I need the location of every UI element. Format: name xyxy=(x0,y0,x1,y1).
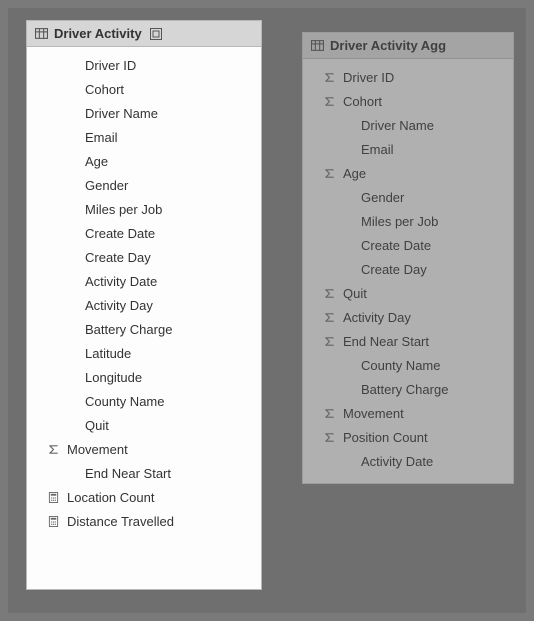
panel-body: Driver ID Cohort Driver Name Email Age Gender… xyxy=(303,59,513,483)
table-icon xyxy=(35,27,48,40)
field-row[interactable]: Create Day xyxy=(27,245,261,269)
field-label: Activity Day xyxy=(343,310,411,325)
sigma-icon xyxy=(313,288,343,299)
field-row[interactable]: Driver Name xyxy=(27,101,261,125)
field-row[interactable]: Driver Name xyxy=(303,113,513,137)
field-row[interactable]: Age xyxy=(27,149,261,173)
field-row[interactable]: End Near Start xyxy=(303,329,513,353)
field-label: Battery Charge xyxy=(361,382,448,397)
field-label: Age xyxy=(85,154,108,169)
field-row[interactable]: Gender xyxy=(27,173,261,197)
field-label: County Name xyxy=(361,358,440,373)
panel-header[interactable]: Driver Activity xyxy=(27,21,261,47)
field-row[interactable]: Gender xyxy=(303,185,513,209)
field-row[interactable]: Cohort xyxy=(27,77,261,101)
field-row[interactable]: Email xyxy=(303,137,513,161)
field-label: Email xyxy=(85,130,118,145)
field-label: Quit xyxy=(85,418,109,433)
sigma-icon xyxy=(37,444,67,455)
field-label: Create Day xyxy=(361,262,427,277)
field-label: Create Day xyxy=(85,250,151,265)
field-label: End Near Start xyxy=(343,334,429,349)
panel-title: Driver Activity xyxy=(54,26,142,41)
table-panel-driver-activity-agg[interactable]: Driver Activity AggDriver IDCohortDriver… xyxy=(302,32,514,484)
model-canvas[interactable]: Driver Activity Driver ID Cohort Driver Nam… xyxy=(8,8,526,613)
field-row[interactable]: Longitude xyxy=(27,365,261,389)
field-row[interactable]: Battery Charge xyxy=(27,317,261,341)
field-label: Miles per Job xyxy=(361,214,438,229)
field-label: Driver Name xyxy=(85,106,158,121)
field-label: Quit xyxy=(343,286,367,301)
panel-body: Driver ID Cohort Driver Name Email Age Gender… xyxy=(27,47,261,543)
field-label: Latitude xyxy=(85,346,131,361)
field-label: Movement xyxy=(343,406,404,421)
field-label: Activity Date xyxy=(361,454,433,469)
field-label: Driver Name xyxy=(361,118,434,133)
field-row[interactable]: County Name xyxy=(303,353,513,377)
sigma-icon xyxy=(313,336,343,347)
field-row[interactable]: Create Date xyxy=(27,221,261,245)
sigma-icon xyxy=(313,312,343,323)
field-label: Driver ID xyxy=(85,58,136,73)
table-panel-driver-activity[interactable]: Driver Activity Driver ID Cohort Driver Nam… xyxy=(26,20,262,590)
field-label: End Near Start xyxy=(85,466,171,481)
field-row[interactable]: End Near Start xyxy=(27,461,261,485)
field-row[interactable]: Miles per Job xyxy=(303,209,513,233)
field-label: Distance Travelled xyxy=(67,514,174,529)
field-label: Location Count xyxy=(67,490,154,505)
panel-header[interactable]: Driver Activity Agg xyxy=(303,33,513,59)
field-label: Longitude xyxy=(85,370,142,385)
panel-title: Driver Activity Agg xyxy=(330,38,446,53)
field-row[interactable]: Create Date xyxy=(303,233,513,257)
field-row[interactable]: Quit xyxy=(303,281,513,305)
field-row[interactable]: Cohort xyxy=(303,89,513,113)
field-label: Cohort xyxy=(85,82,124,97)
field-label: Miles per Job xyxy=(85,202,162,217)
field-label: Cohort xyxy=(343,94,382,109)
table-icon xyxy=(311,39,324,52)
field-row[interactable]: Distance Travelled xyxy=(27,509,261,533)
field-label: Position Count xyxy=(343,430,428,445)
field-label: Create Date xyxy=(85,226,155,241)
field-label: Gender xyxy=(361,190,404,205)
field-row[interactable]: Email xyxy=(27,125,261,149)
field-label: Email xyxy=(361,142,394,157)
field-row[interactable]: Activity Date xyxy=(303,449,513,473)
group-icon xyxy=(150,28,162,40)
field-row[interactable]: Driver ID xyxy=(303,65,513,89)
field-label: Age xyxy=(343,166,366,181)
field-row[interactable]: Activity Date xyxy=(27,269,261,293)
field-row[interactable]: Driver ID xyxy=(27,53,261,77)
field-label: Create Date xyxy=(361,238,431,253)
sigma-icon xyxy=(313,168,343,179)
field-label: County Name xyxy=(85,394,164,409)
field-row[interactable]: Miles per Job xyxy=(27,197,261,221)
sigma-icon xyxy=(313,72,343,83)
field-row[interactable]: Movement xyxy=(303,401,513,425)
field-row[interactable]: Age xyxy=(303,161,513,185)
sigma-icon xyxy=(313,408,343,419)
field-label: Activity Day xyxy=(85,298,153,313)
field-row[interactable]: Position Count xyxy=(303,425,513,449)
sigma-icon xyxy=(313,432,343,443)
calc-icon xyxy=(37,492,67,503)
field-row[interactable]: Create Day xyxy=(303,257,513,281)
field-row[interactable]: Location Count xyxy=(27,485,261,509)
field-row[interactable]: Activity Day xyxy=(303,305,513,329)
field-row[interactable]: Latitude xyxy=(27,341,261,365)
field-label: Movement xyxy=(67,442,128,457)
calc-icon xyxy=(37,516,67,527)
field-label: Activity Date xyxy=(85,274,157,289)
field-row[interactable]: Activity Day xyxy=(27,293,261,317)
field-label: Gender xyxy=(85,178,128,193)
field-row[interactable]: Movement xyxy=(27,437,261,461)
field-row[interactable]: County Name xyxy=(27,389,261,413)
sigma-icon xyxy=(313,96,343,107)
field-row[interactable]: Quit xyxy=(27,413,261,437)
field-label: Driver ID xyxy=(343,70,394,85)
field-label: Battery Charge xyxy=(85,322,172,337)
field-row[interactable]: Battery Charge xyxy=(303,377,513,401)
